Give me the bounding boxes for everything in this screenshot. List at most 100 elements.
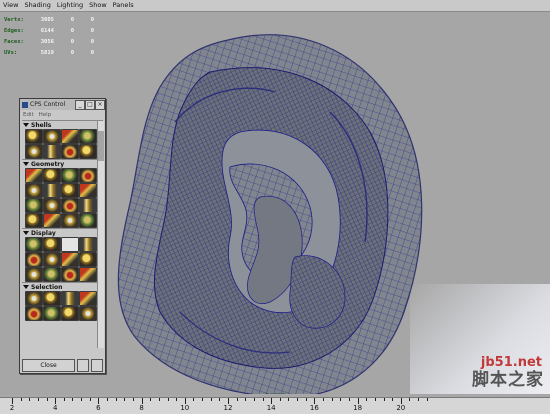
menu-edit[interactable]: Edit: [23, 112, 34, 118]
geometry-tool-icon[interactable]: [25, 213, 43, 228]
hud-row-verts: Verts: 3005 0 0: [4, 15, 94, 26]
collapse-arrow-icon[interactable]: [23, 231, 29, 235]
time-slider[interactable]: 2 4 6 8 10 12 14 16 18 20: [0, 397, 550, 414]
geometry-tool-icon[interactable]: [79, 198, 97, 213]
display-tool-icon[interactable]: [61, 252, 79, 267]
collapse-arrow-icon[interactable]: [23, 285, 29, 289]
timeline-tick: [262, 398, 264, 401]
timeline-tick: [409, 398, 411, 401]
geometry-tool-icon[interactable]: [79, 168, 97, 183]
geometry-tool-icon[interactable]: [79, 183, 97, 198]
menu-view[interactable]: View: [0, 0, 21, 11]
geometry-tool-icon[interactable]: [61, 198, 79, 213]
section-selection: Selection: [22, 282, 103, 321]
geometry-tool-icon[interactable]: [25, 183, 43, 198]
scroll-thumb[interactable]: [98, 131, 104, 161]
hud-row-edges: Edges: 6144 0 0: [4, 26, 94, 37]
timeline-tick: [115, 398, 117, 401]
section-geometry: Geometry: [22, 159, 103, 228]
window-icon: [22, 101, 28, 108]
menu-panels[interactable]: Panels: [110, 0, 137, 11]
shell-tool-icon[interactable]: [61, 144, 79, 159]
hud-label: Edges:: [4, 28, 24, 34]
timeline-tick: [132, 398, 134, 401]
timeline-tick: [89, 398, 91, 401]
shell-tool-icon[interactable]: [25, 129, 43, 144]
menu-lighting[interactable]: Lighting: [54, 0, 86, 11]
selection-tool-icon[interactable]: [43, 291, 61, 306]
timeline-tick: [176, 398, 178, 401]
section-shells: Shells: [22, 120, 103, 159]
geometry-tool-icon[interactable]: [25, 168, 43, 183]
geometry-tool-icon[interactable]: [43, 183, 61, 198]
selection-tool-icon[interactable]: [25, 291, 43, 306]
geometry-tool-icon[interactable]: [43, 168, 61, 183]
panel-scrollbar[interactable]: [97, 121, 104, 348]
menu-help[interactable]: Help: [39, 112, 52, 118]
timeline-tick: [63, 398, 65, 401]
shell-tool-icon[interactable]: [79, 144, 97, 159]
display-tool-icon[interactable]: [79, 267, 97, 282]
section-header[interactable]: Selection: [22, 282, 103, 291]
geometry-tool-icon[interactable]: [43, 198, 61, 213]
menu-shading[interactable]: Shading: [21, 0, 53, 11]
geometry-tool-icon[interactable]: [43, 213, 61, 228]
viewport-menubar: View Shading Lighting Show Panels: [0, 0, 550, 12]
timeline-tick: [323, 398, 325, 401]
geometry-tool-icon[interactable]: [61, 213, 79, 228]
selection-tool-icon[interactable]: [43, 306, 61, 321]
timeline-tick-label: 16: [309, 404, 319, 412]
geometry-tool-icon[interactable]: [79, 213, 97, 228]
section-header[interactable]: Display: [22, 228, 103, 237]
option-button[interactable]: [91, 359, 103, 372]
display-tool-icon[interactable]: [61, 267, 79, 282]
shell-tool-icon[interactable]: [79, 129, 97, 144]
close-button[interactable]: Close: [22, 359, 75, 372]
display-tool-icon[interactable]: [25, 267, 43, 282]
collapse-arrow-icon[interactable]: [23, 123, 29, 127]
display-tool-icon[interactable]: [25, 252, 43, 267]
display-icon-grid: [22, 237, 103, 282]
timeline-tick: [426, 398, 428, 401]
section-header[interactable]: Geometry: [22, 159, 103, 168]
selection-tool-icon[interactable]: [61, 306, 79, 321]
panel-titlebar[interactable]: CPS Control _ □ ×: [20, 99, 105, 110]
shell-tool-icon[interactable]: [43, 144, 61, 159]
selection-tool-icon[interactable]: [61, 291, 79, 306]
panel-menu: Edit Help: [20, 110, 105, 119]
option-button[interactable]: [77, 359, 89, 372]
selection-tool-icon[interactable]: [79, 306, 97, 321]
collapse-arrow-icon[interactable]: [23, 162, 29, 166]
display-tool-icon[interactable]: [43, 267, 61, 282]
shell-tool-icon[interactable]: [61, 129, 79, 144]
section-label: Shells: [31, 121, 52, 129]
section-header[interactable]: Shells: [22, 120, 103, 129]
cps-control-panel[interactable]: CPS Control _ □ × Edit Help Shells Geome…: [19, 98, 106, 374]
timeline-tick: [348, 398, 350, 401]
menu-show[interactable]: Show: [86, 0, 110, 11]
selection-tool-icon[interactable]: [79, 291, 97, 306]
timeline-tick: [245, 398, 247, 401]
selection-tool-icon[interactable]: [25, 306, 43, 321]
geometry-tool-icon[interactable]: [25, 198, 43, 213]
display-tool-icon[interactable]: [25, 237, 43, 252]
display-tool-icon[interactable]: [79, 252, 97, 267]
display-tool-icon[interactable]: [61, 237, 79, 252]
shell-tool-icon[interactable]: [25, 144, 43, 159]
timeline-tick: [236, 398, 238, 401]
timeline-tick: [124, 398, 126, 401]
geometry-tool-icon[interactable]: [61, 183, 79, 198]
timeline-tick: [418, 398, 420, 401]
timeline-tick-label: 8: [139, 404, 144, 412]
display-tool-icon[interactable]: [79, 237, 97, 252]
display-tool-icon[interactable]: [43, 237, 61, 252]
hud-value: 3056: [40, 39, 54, 45]
minimize-button[interactable]: _: [75, 100, 85, 110]
section-label: Geometry: [31, 160, 65, 168]
geometry-tool-icon[interactable]: [61, 168, 79, 183]
shell-tool-icon[interactable]: [43, 129, 61, 144]
timeline-tick-label: 18: [353, 404, 363, 412]
maximize-button[interactable]: □: [85, 100, 95, 110]
close-icon[interactable]: ×: [95, 100, 105, 110]
display-tool-icon[interactable]: [43, 252, 61, 267]
